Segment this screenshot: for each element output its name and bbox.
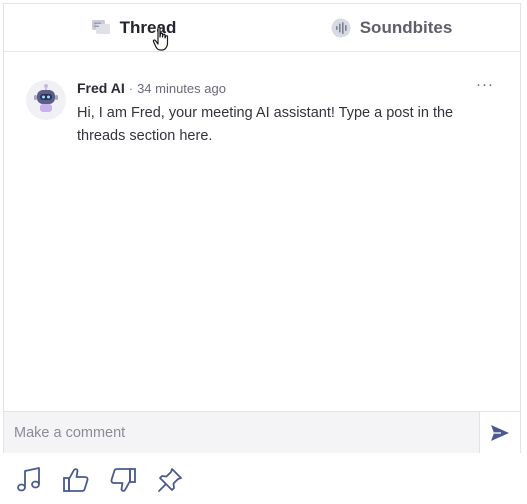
audio-wave-icon <box>330 17 352 39</box>
pin-icon <box>158 468 182 492</box>
tab-soundbites-label: Soundbites <box>359 17 453 37</box>
thumbs-up-button[interactable] <box>61 465 91 495</box>
more-options-button[interactable]: ··· <box>476 76 494 93</box>
hand-cursor-icon <box>152 26 169 51</box>
music-reaction-button[interactable] <box>14 465 44 495</box>
send-button[interactable] <box>479 412 520 453</box>
reaction-bar <box>14 465 202 495</box>
thread-panel: Thread Soundbites Fred AI · 34 minutes a… <box>3 3 521 453</box>
tab-thread[interactable]: Thread <box>4 4 262 51</box>
thumbs-down-button[interactable] <box>108 465 138 495</box>
comment-input[interactable] <box>4 412 479 453</box>
tab-bar: Thread Soundbites <box>4 4 520 52</box>
thumbs-up-icon <box>63 468 89 492</box>
message-text: Hi, I am Fred, your meeting AI assistant… <box>77 105 454 144</box>
send-icon <box>491 424 509 441</box>
chat-bubbles-icon <box>90 17 112 39</box>
pin-button[interactable] <box>155 465 185 495</box>
tab-soundbites[interactable]: Soundbites <box>262 4 520 51</box>
music-note-icon <box>17 467 40 492</box>
message-author: Fred AI <box>77 80 125 96</box>
message-header: Fred AI · 34 minutes ago <box>77 80 226 96</box>
robot-avatar-icon <box>26 80 66 120</box>
comment-composer <box>4 411 520 453</box>
separator-dot: · <box>128 81 134 96</box>
thumbs-down-icon <box>110 468 136 492</box>
message-time: 34 minutes ago <box>137 81 226 96</box>
